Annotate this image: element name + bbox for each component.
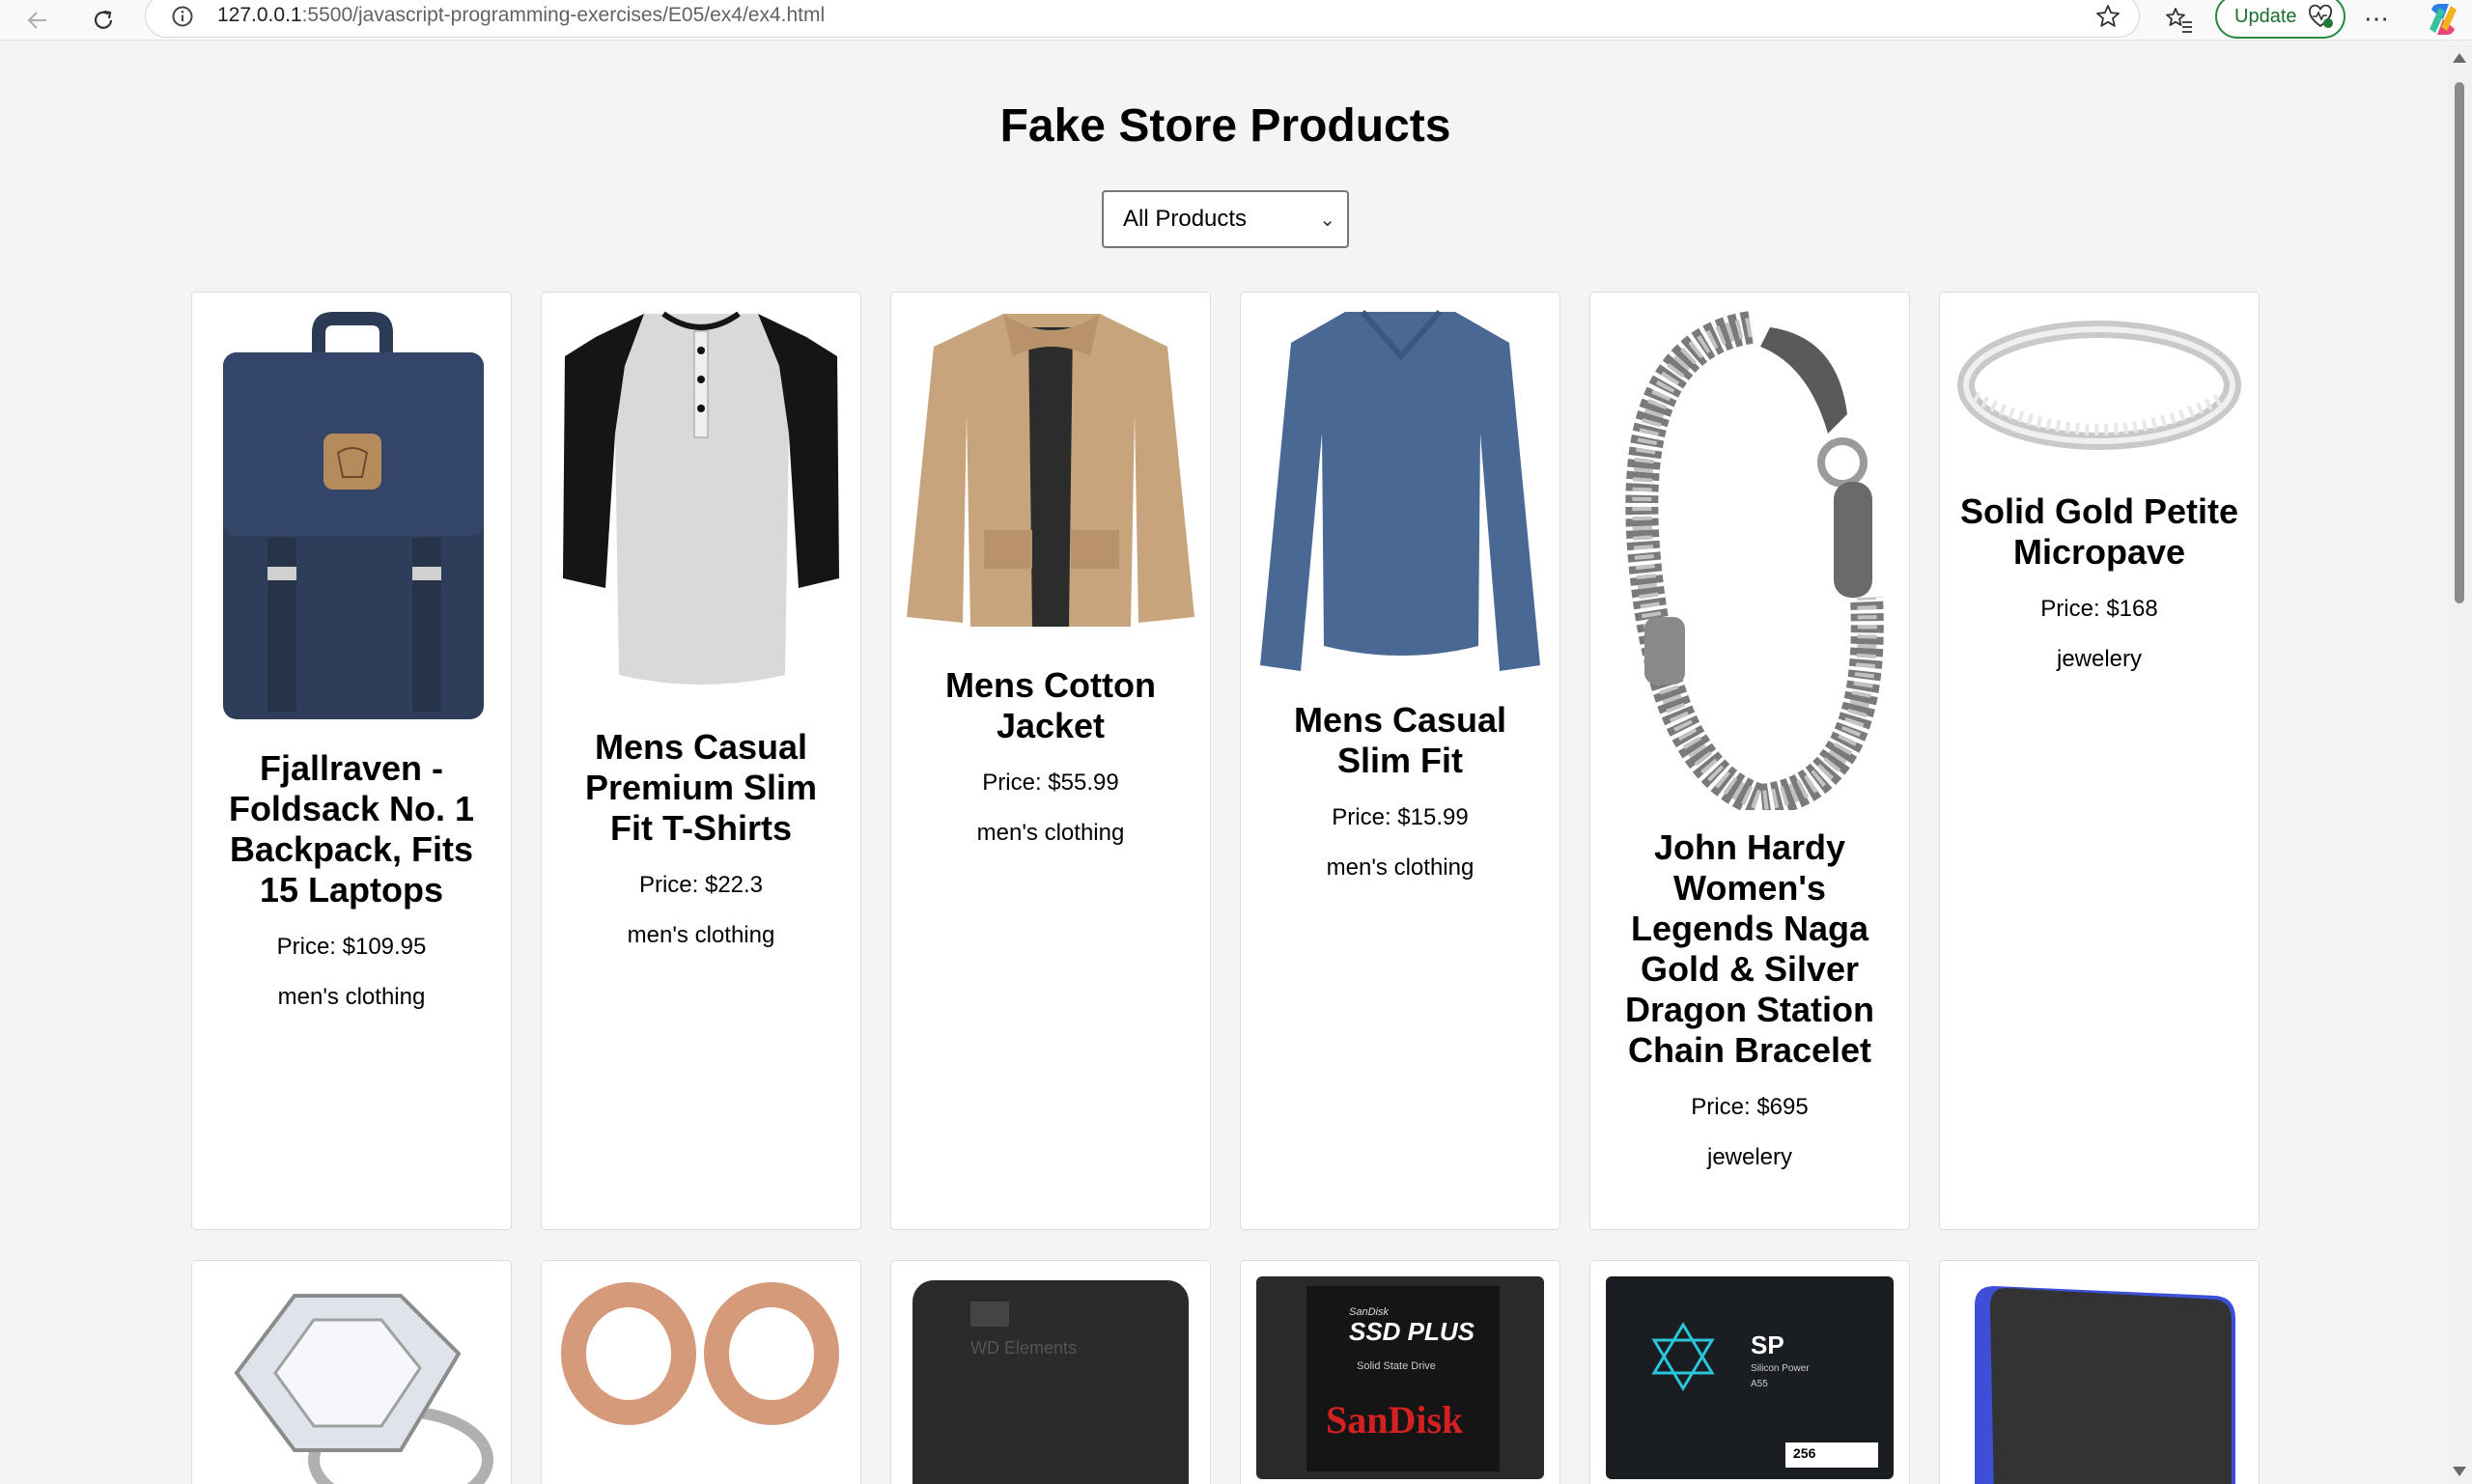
ssd-sp-model: A55 xyxy=(1751,1379,1768,1389)
product-card[interactable]: SP Silicon Power A55 256 xyxy=(1589,1260,1910,1484)
update-health-icon xyxy=(2308,4,2333,28)
url-path: :5500/javascript-programming-exercises/E… xyxy=(301,4,826,26)
update-label: Update xyxy=(2234,5,2297,27)
product-price: Price: $15.99 xyxy=(1332,804,1469,830)
product-title: Mens Cotton Jacket xyxy=(945,665,1156,745)
copilot-icon[interactable] xyxy=(2424,0,2462,43)
url-text[interactable]: 127.0.0.1:5500/javascript-programming-ex… xyxy=(217,4,825,27)
product-card[interactable] xyxy=(191,1260,512,1484)
rose-gold-tunnel-plugs-image xyxy=(557,1276,845,1470)
scroll-up-arrow-icon[interactable] xyxy=(2453,53,2466,63)
back-icon[interactable] xyxy=(21,4,54,37)
site-info-icon[interactable] xyxy=(171,5,194,33)
product-card[interactable]: Mens Casual Premium Slim Fit T-Shirts Pr… xyxy=(541,292,861,1230)
reload-icon[interactable] xyxy=(87,4,120,37)
wd-elements-hard-drive-image: WD Elements xyxy=(907,1276,1194,1484)
product-card[interactable]: Mens Cotton Jacket Price: $55.99 men's c… xyxy=(890,292,1211,1230)
scroll-down-arrow-icon[interactable] xyxy=(2453,1467,2466,1476)
product-price: Price: $109.95 xyxy=(276,934,427,960)
product-category: men's clothing xyxy=(976,820,1125,846)
ssd-sp-brand: SP xyxy=(1751,1330,1784,1359)
page-viewport: Fake Store Products All Products ⌄ Fjall… xyxy=(4,45,2447,1484)
product-category: men's clothing xyxy=(277,984,426,1010)
external-drive-image xyxy=(1955,1276,2243,1484)
product-card[interactable]: Fjallraven - Foldsack No. 1 Backpack, Fi… xyxy=(191,292,512,1230)
update-button[interactable]: Update xyxy=(2215,0,2346,39)
product-title: Solid Gold Petite Micropave xyxy=(1959,491,2239,572)
product-title: Fjallraven - Foldsack No. 1 Backpack, Fi… xyxy=(228,748,475,910)
silicon-power-ssd-image: SP Silicon Power A55 256 xyxy=(1606,1276,1894,1479)
product-category: men's clothing xyxy=(1326,854,1475,881)
vertical-scrollbar[interactable] xyxy=(2447,45,2472,1484)
address-bar[interactable]: 127.0.0.1:5500/javascript-programming-ex… xyxy=(145,0,2140,38)
url-host: 127.0.0.1 xyxy=(217,4,302,26)
page-title: Fake Store Products xyxy=(999,100,1451,152)
product-price: Price: $168 xyxy=(2040,596,2158,622)
product-title: John Hardy Women's Legends Naga Gold & S… xyxy=(1625,827,1874,1070)
tshirt-image xyxy=(557,308,845,688)
favorites-icon[interactable] xyxy=(2163,4,2196,42)
browser-toolbar: 127.0.0.1:5500/javascript-programming-ex… xyxy=(0,0,2472,41)
ssd-sub: Solid State Drive xyxy=(1357,1360,1436,1372)
dragon-bracelet-image xyxy=(1606,308,1894,818)
sandisk-ssd-image: SanDisk SSD PLUS Solid State Drive SanDi… xyxy=(1256,1276,1544,1479)
diamond-ring-image xyxy=(208,1276,495,1484)
product-card[interactable]: WD Elements xyxy=(890,1260,1211,1484)
product-category: jewelery xyxy=(1706,1144,1793,1170)
long-sleeve-shirt-image xyxy=(1256,308,1544,679)
product-card[interactable]: Solid Gold Petite Micropave Price: $168 … xyxy=(1939,292,2260,1230)
product-card[interactable]: Mens Casual Slim Fit Price: $15.99 men's… xyxy=(1240,292,1560,1230)
product-card[interactable]: SanDisk SSD PLUS Solid State Drive SanDi… xyxy=(1240,1260,1560,1484)
chevron-down-icon: ⌄ xyxy=(1319,210,1335,231)
ssd-brand: SanDisk xyxy=(1326,1398,1464,1442)
ssd-sp-sub: Silicon Power xyxy=(1751,1363,1810,1374)
product-card[interactable]: John Hardy Women's Legends Naga Gold & S… xyxy=(1589,292,1910,1230)
favorite-star-icon[interactable] xyxy=(2094,3,2121,35)
product-title: Mens Casual Slim Fit xyxy=(1293,700,1507,780)
drive-label: WD Elements xyxy=(970,1338,1077,1358)
ssd-model: SSD PLUS xyxy=(1349,1317,1475,1346)
filter-selected-value: All Products xyxy=(1123,206,1248,232)
product-price: Price: $695 xyxy=(1691,1094,1809,1120)
ssd-capacity: 256 xyxy=(1793,1445,1816,1461)
product-category: jewelery xyxy=(2056,646,2143,672)
category-filter-select[interactable]: All Products ⌄ xyxy=(1102,190,1349,248)
more-menu-icon[interactable]: ⋯ xyxy=(2364,4,2390,34)
gold-ring-image xyxy=(1955,308,2243,462)
product-card[interactable] xyxy=(541,1260,861,1484)
product-price: Price: $55.99 xyxy=(982,770,1119,796)
product-price: Price: $22.3 xyxy=(638,872,764,898)
product-card[interactable] xyxy=(1939,1260,2260,1484)
jacket-image xyxy=(907,308,1194,630)
product-category: men's clothing xyxy=(627,922,775,948)
product-title: Mens Casual Premium Slim Fit T-Shirts xyxy=(584,727,818,848)
backpack-image xyxy=(208,308,495,723)
scrollbar-thumb[interactable] xyxy=(2455,82,2464,603)
